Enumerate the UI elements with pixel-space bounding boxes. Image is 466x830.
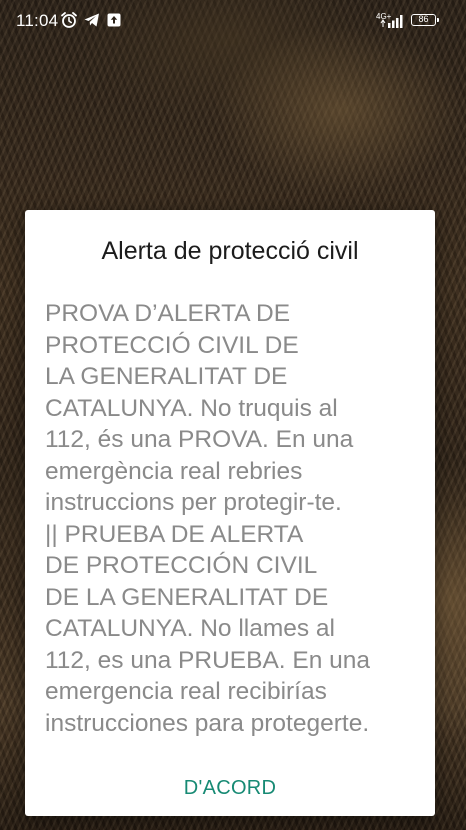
alert-dialog: Alerta de protecció civil PROVA D’ALERTA… xyxy=(25,210,435,816)
alarm-icon xyxy=(60,11,78,29)
status-time: 11:04 xyxy=(16,11,59,30)
signal-strength-icon xyxy=(380,14,406,33)
dialog-message: PROVA D’ALERTA DE PROTECCIÓ CIVIL DE LA … xyxy=(45,300,371,737)
dialog-title: Alerta de protecció civil xyxy=(101,237,359,265)
battery-level: 86 xyxy=(418,14,429,24)
battery-icon: 86 xyxy=(411,14,439,26)
dacord-button[interactable]: D'ACORD xyxy=(165,770,295,806)
upload-icon xyxy=(105,11,123,29)
telegram-icon xyxy=(83,11,101,29)
status-bar: 11:04 4G+ 86 xyxy=(0,0,466,42)
